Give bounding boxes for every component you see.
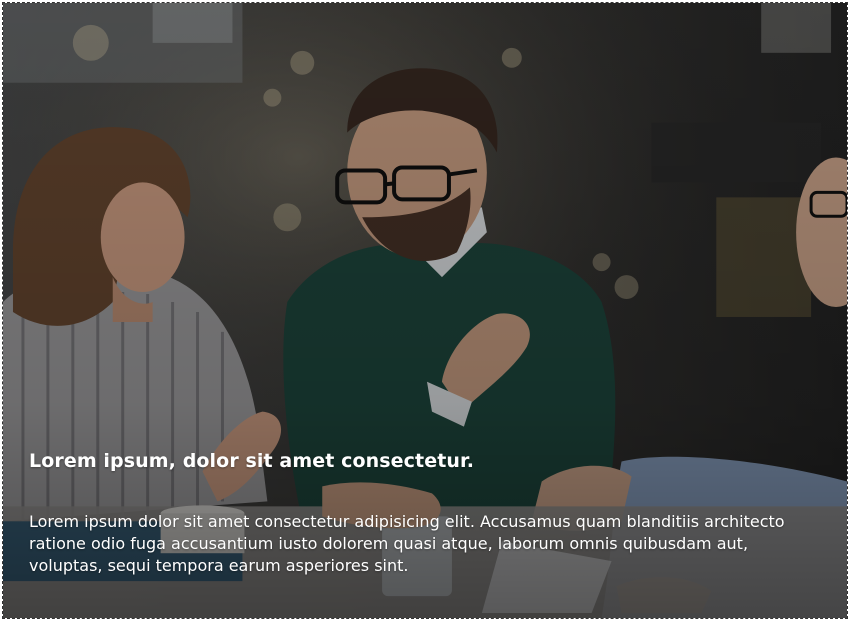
hero-body-text: Lorem ipsum dolor sit amet consectetur a… bbox=[29, 512, 785, 575]
hero-card: Lorem ipsum, dolor sit amet consectetur.… bbox=[2, 2, 848, 619]
hero-title: Lorem ipsum, dolor sit amet consectetur. bbox=[29, 450, 475, 472]
hero-caption: Lorem ipsum, dolor sit amet consectetur.… bbox=[29, 447, 795, 577]
